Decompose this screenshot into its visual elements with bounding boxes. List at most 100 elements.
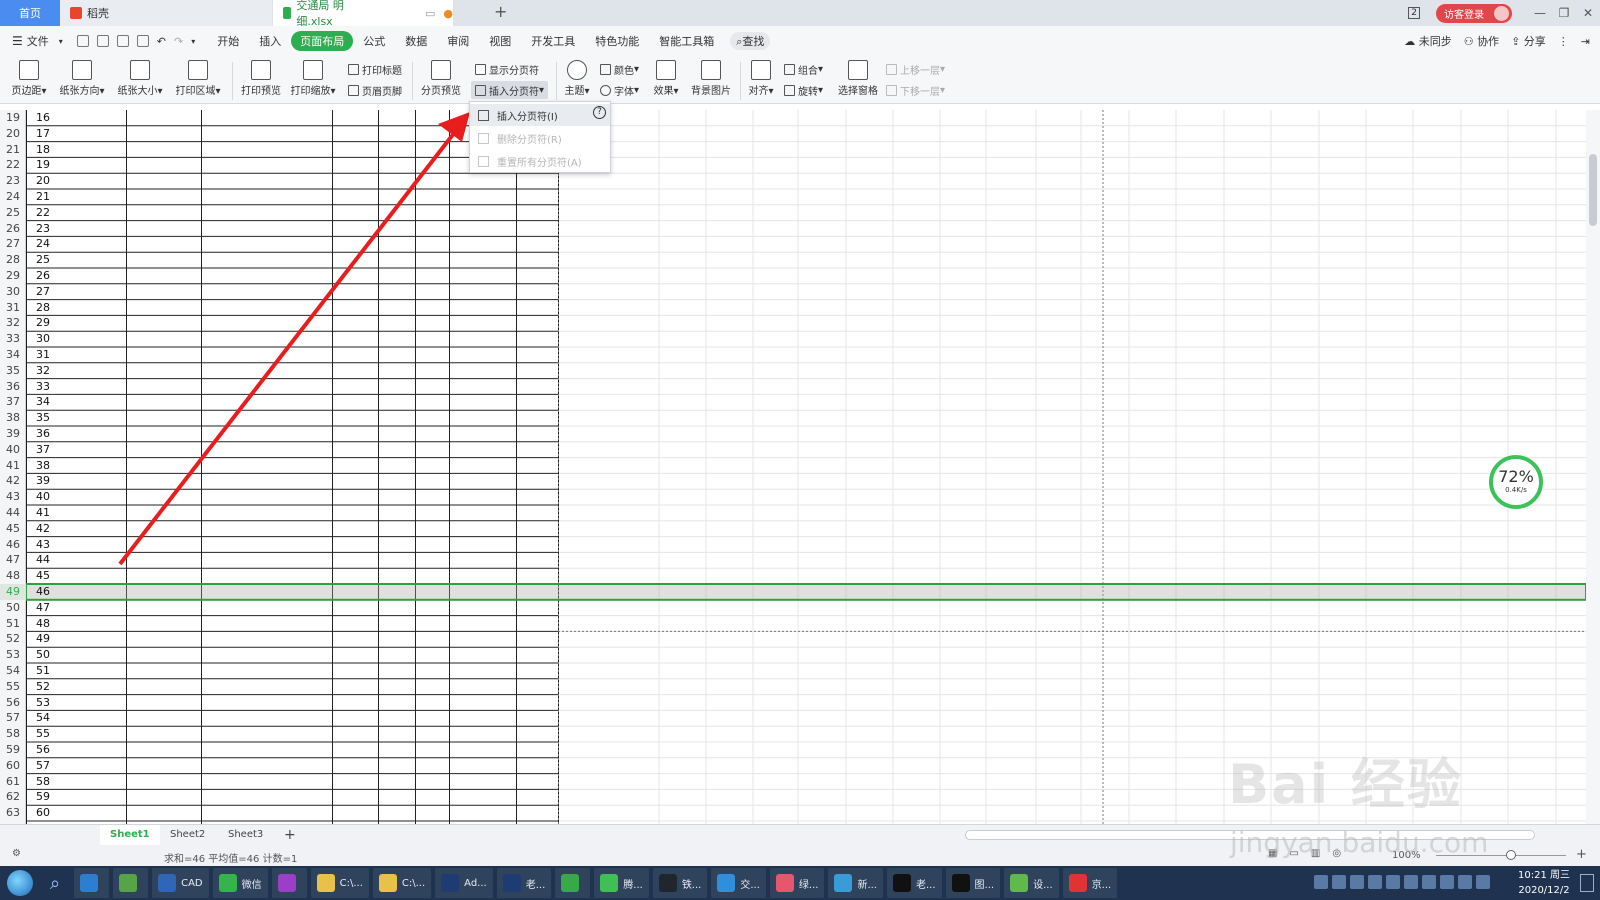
taskbar-app[interactable]: 腾...	[594, 868, 649, 898]
taskbar-app[interactable]: 交...	[711, 868, 766, 898]
cell-value[interactable]: 23	[28, 221, 54, 237]
group-button[interactable]: 组合 ▾	[784, 60, 823, 78]
rotate-button[interactable]: 旋转 ▾	[784, 81, 823, 99]
cell-value[interactable]: 42	[28, 521, 54, 537]
redo-icon[interactable]: ↷	[174, 35, 183, 48]
row-header[interactable]: 35	[0, 363, 26, 379]
cell-value[interactable]: 39	[28, 473, 54, 489]
close-icon[interactable]: ✕	[1576, 6, 1600, 20]
tab-file[interactable]: 交通局 明细.xlsx ▭ ●	[273, 0, 453, 28]
row-header[interactable]: 47	[0, 552, 26, 568]
cell-value[interactable]: 21	[28, 189, 54, 205]
row-header[interactable]: 38	[0, 410, 26, 426]
page-break-preview-button[interactable]: 分页预览	[418, 58, 464, 102]
row-header[interactable]: 28	[0, 252, 26, 268]
row-header[interactable]: 20	[0, 126, 26, 142]
row-header[interactable]: 24	[0, 189, 26, 205]
row-header[interactable]: 42	[0, 473, 26, 489]
help-icon[interactable]: ?	[593, 106, 606, 119]
row-header[interactable]: 22	[0, 157, 26, 173]
row-header[interactable]: 45	[0, 521, 26, 537]
sync-button[interactable]: ☁ 未同步	[1404, 33, 1452, 49]
row-header[interactable]: 36	[0, 379, 26, 395]
cell-value[interactable]: 59	[28, 789, 54, 805]
row-header[interactable]: 56	[0, 695, 26, 711]
tab-data[interactable]: 数据	[395, 33, 437, 49]
cell-value[interactable]: 40	[28, 489, 54, 505]
taskbar-app[interactable]	[74, 868, 110, 898]
cell-value[interactable]: 56	[28, 742, 54, 758]
tab-features[interactable]: 特色功能	[585, 33, 649, 49]
cell-value[interactable]: 51	[28, 663, 54, 679]
start-button[interactable]	[0, 866, 40, 900]
new-tab-button[interactable]: +	[494, 2, 507, 21]
row-header[interactable]: 59	[0, 742, 26, 758]
margins-button[interactable]: 页边距▾	[8, 58, 50, 102]
cell-value[interactable]: 41	[28, 505, 54, 521]
row-header[interactable]: 58	[0, 726, 26, 742]
save-icon[interactable]	[76, 35, 89, 47]
chevron-down-icon[interactable]: ▾	[59, 37, 63, 46]
row-header[interactable]: 54	[0, 663, 26, 679]
monitor-icon[interactable]: ▭	[425, 7, 435, 20]
row-header[interactable]: 62	[0, 789, 26, 805]
cell-value[interactable]: 43	[28, 537, 54, 553]
sheet-tab-2[interactable]: Sheet2	[160, 825, 215, 845]
taskbar-app[interactable]	[113, 868, 149, 898]
zoom-slider-handle[interactable]	[1506, 850, 1516, 860]
undo-icon[interactable]: ↶	[157, 35, 166, 48]
cell-value[interactable]: 57	[28, 758, 54, 774]
taskbar-app[interactable]: 京...	[1062, 868, 1118, 898]
print-preview-button[interactable]: 打印预览	[238, 58, 284, 102]
send-backward-button[interactable]: 下移一层 ▾	[886, 81, 945, 99]
paper-size-button[interactable]: 纸张大小▾	[114, 58, 166, 102]
tab-start[interactable]: 开始	[207, 33, 249, 49]
tab-review[interactable]: 审阅	[437, 33, 479, 49]
taskbar-app[interactable]: 新...	[828, 868, 883, 898]
scroll-thumb[interactable]	[1589, 154, 1597, 226]
taskbar-app[interactable]	[555, 868, 591, 898]
tray-icon[interactable]	[1458, 875, 1472, 889]
tab-formula[interactable]: 公式	[353, 33, 395, 49]
tab-insert[interactable]: 插入	[249, 33, 291, 49]
cell-value[interactable]: 30	[28, 331, 54, 347]
row-header[interactable]: 31	[0, 300, 26, 316]
header-footer-button[interactable]: 页眉页脚	[348, 81, 402, 99]
print-icon[interactable]	[116, 35, 129, 47]
background-image-button[interactable]: 背景图片	[688, 58, 734, 102]
tray-icon[interactable]	[1440, 875, 1454, 889]
more-icon[interactable]: ⋮	[1558, 35, 1569, 48]
menu-item-insert-page-break[interactable]: 插入分页符(I)	[470, 104, 610, 126]
tab-page-layout[interactable]: 页面布局	[291, 31, 354, 51]
quick-access-more-icon[interactable]: ▾	[191, 37, 195, 46]
network-speed-widget[interactable]: 72% 0.4K/s	[1489, 455, 1543, 509]
taskbar-app[interactable]: CAD	[152, 868, 209, 898]
window-badge[interactable]: 2	[1408, 7, 1420, 19]
cell-value[interactable]: 18	[28, 142, 54, 158]
row-header[interactable]: 33	[0, 331, 26, 347]
colors-button[interactable]: 颜色 ▾	[600, 60, 639, 78]
row-header[interactable]: 23	[0, 173, 26, 189]
row-header[interactable]: 30	[0, 284, 26, 300]
row-header[interactable]: 39	[0, 426, 26, 442]
cell-value[interactable]: 37	[28, 442, 54, 458]
row-header[interactable]: 34	[0, 347, 26, 363]
effects-button[interactable]: 效果▾	[650, 58, 682, 102]
cell-value[interactable]: 26	[28, 268, 54, 284]
insert-page-break-button[interactable]: 插入分页符 ▾	[471, 81, 549, 99]
tray-icon[interactable]	[1386, 875, 1400, 889]
tab-daoke[interactable]: 稻壳	[60, 0, 272, 26]
print-titles-button[interactable]: 打印标题	[348, 60, 402, 78]
tab-developer[interactable]: 开发工具	[521, 33, 585, 49]
row-header[interactable]: 27	[0, 236, 26, 252]
add-sheet-icon[interactable]: +	[274, 825, 306, 845]
tab-view[interactable]: 视图	[479, 33, 521, 49]
cell-value[interactable]: 53	[28, 695, 54, 711]
macro-icon[interactable]: ⚙	[12, 848, 21, 859]
taskbar-app[interactable]: 老...	[887, 868, 942, 898]
cell-area[interactable]: 16 17 18 19 20 21 22 23 24 25 26 27 28 29 30 31 32 33 34 35…	[25, 110, 1586, 824]
cell-value[interactable]: 17	[28, 126, 54, 142]
file-menu[interactable]: 文件	[23, 33, 59, 49]
taskbar-app[interactable]: 图...	[945, 868, 1001, 898]
cell-value[interactable]: 54	[28, 710, 54, 726]
